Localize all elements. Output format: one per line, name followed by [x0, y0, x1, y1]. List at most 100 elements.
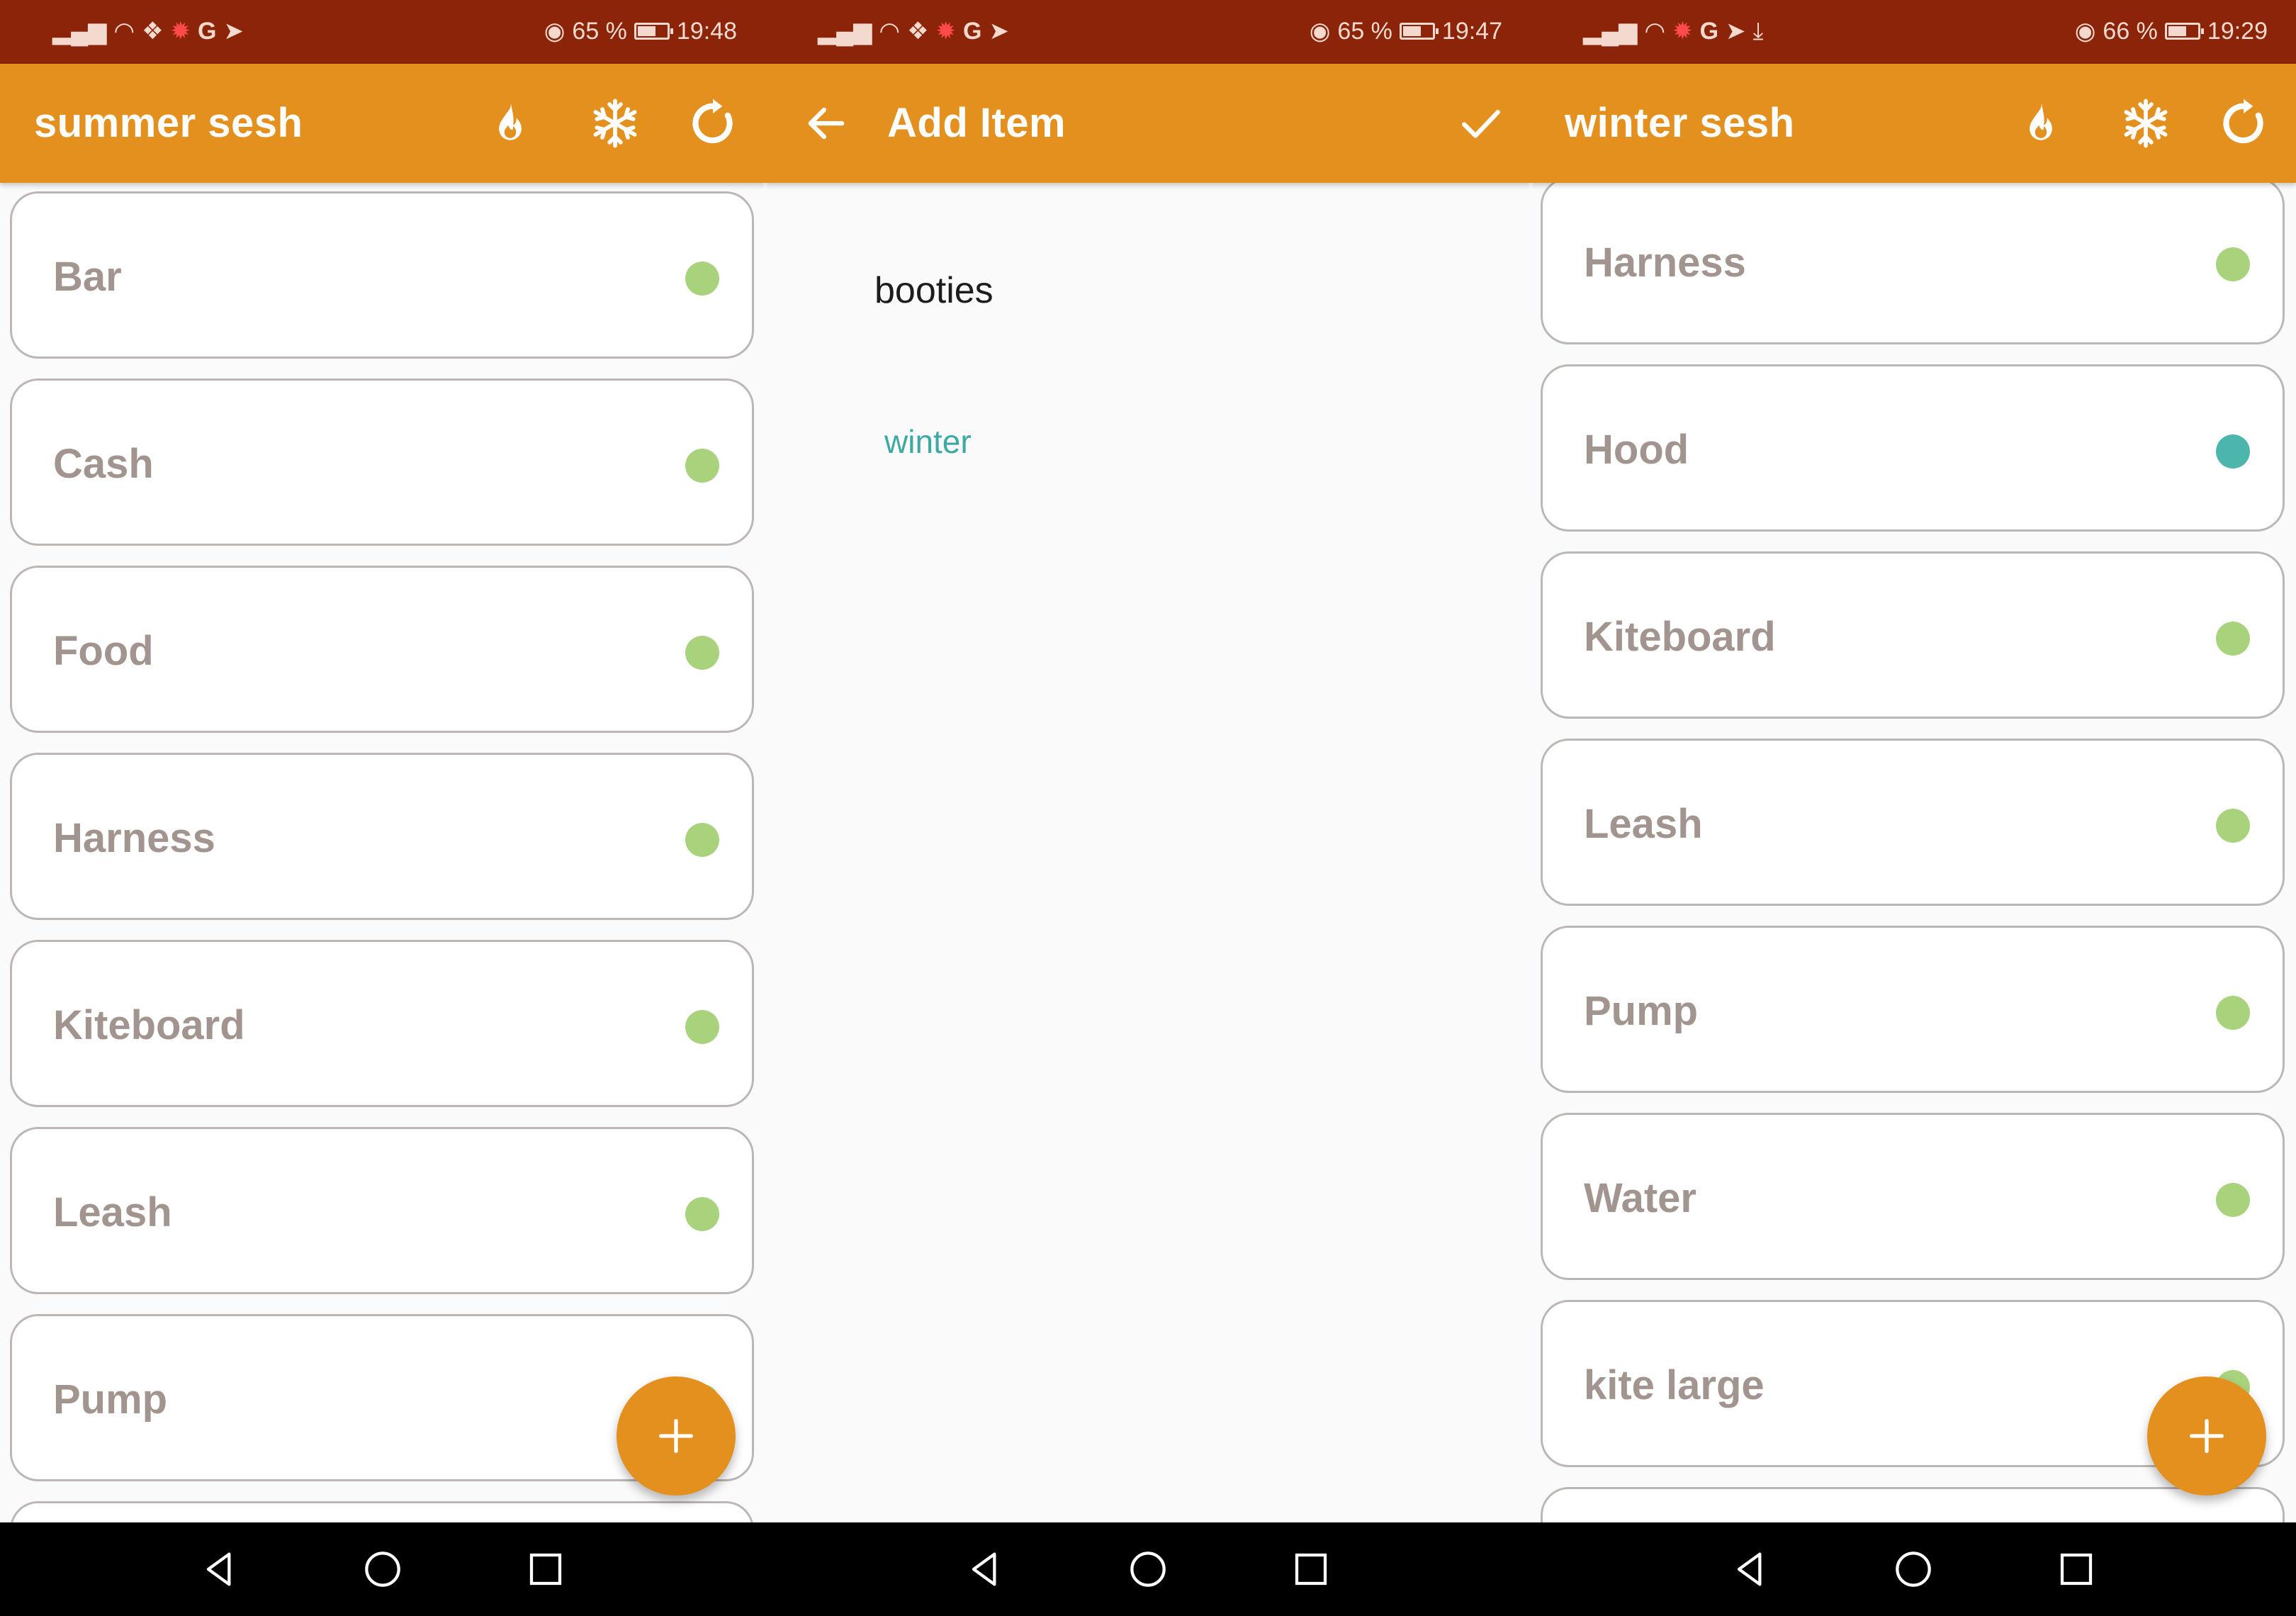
status-icons-left: ▂▄▆ ◠ ✹ G ➤ ⤓	[1583, 17, 1764, 45]
status-dot[interactable]	[685, 1197, 719, 1231]
back-triangle-icon[interactable]	[962, 1547, 1008, 1592]
item-list[interactable]: Bar Cash Food Harness Kiteboard Leash Pu…	[0, 183, 765, 1522]
screen-summer-sesh: ▂▄▆ ◠ ❖ ✹ G ➤ ◉ 65 % 19:48 summer sesh B…	[0, 0, 765, 1616]
item-label: Pump	[1584, 988, 1699, 1034]
list-item[interactable]: Leash	[1541, 739, 2285, 906]
system-nav-bar	[1531, 1522, 2296, 1616]
list-item[interactable]: Food	[10, 566, 754, 733]
item-label: Leash	[53, 1189, 172, 1235]
recents-square-icon[interactable]	[523, 1547, 568, 1592]
status-dot[interactable]	[2216, 434, 2250, 468]
app-toolbar: summer sesh	[0, 64, 765, 183]
list-item[interactable]: Pump	[1541, 926, 2285, 1093]
screen-winter-sesh: ▂▄▆ ◠ ✹ G ➤ ⤓ ◉ 66 % 19:29 winter sesh H…	[1531, 0, 2296, 1616]
list-item[interactable]: Leash	[10, 1127, 754, 1294]
status-dot[interactable]	[2216, 996, 2250, 1030]
battery-icon	[634, 23, 673, 40]
battery-percent: 65 %	[572, 18, 627, 45]
snowflake-icon[interactable]	[2115, 92, 2177, 155]
status-icons-left: ▂▄▆ ◠ ❖ ✹ G ➤	[52, 17, 244, 45]
signal-icon: ▂▄▆	[1583, 18, 1638, 45]
record-icon: ✹	[170, 18, 191, 45]
arrow-left-icon[interactable]	[795, 92, 857, 155]
page-title: summer sesh	[34, 100, 303, 146]
list-item[interactable]: Bar	[10, 191, 754, 359]
list-item[interactable]: Kiteboard	[10, 940, 754, 1107]
battery-percent: 65 %	[1337, 18, 1392, 45]
status-icons-right: ◉ 65 % 19:47	[1310, 17, 1502, 45]
home-circle-icon[interactable]	[360, 1547, 405, 1592]
google-icon: G	[963, 18, 982, 45]
clock: 19:47	[1441, 18, 1502, 45]
status-dot[interactable]	[2216, 247, 2250, 281]
status-dot[interactable]	[685, 449, 719, 483]
status-dot[interactable]	[685, 636, 719, 670]
back-triangle-icon[interactable]	[1728, 1547, 1773, 1592]
home-circle-icon[interactable]	[1891, 1547, 1936, 1592]
list-item[interactable]	[1541, 1487, 2285, 1522]
status-bar: ▂▄▆ ◠ ✹ G ➤ ⤓ ◉ 66 % 19:29	[1531, 0, 2296, 64]
status-dot[interactable]	[2216, 1183, 2250, 1217]
back-triangle-icon[interactable]	[197, 1547, 242, 1592]
status-dot[interactable]	[685, 1010, 719, 1044]
list-item[interactable]: Kiteboard	[1541, 551, 2285, 719]
category-selector[interactable]: winter	[884, 422, 972, 461]
refresh-icon[interactable]	[682, 92, 744, 155]
telegram-icon: ➤	[223, 18, 244, 45]
record-icon: ✹	[935, 18, 957, 45]
item-label: kite large	[1584, 1362, 1765, 1408]
status-bar: ▂▄▆ ◠ ❖ ✹ G ➤ ◉ 65 % 19:48	[0, 0, 765, 64]
status-dot[interactable]	[685, 262, 719, 296]
wifi-icon: ◠	[1644, 18, 1666, 45]
list-item[interactable]: Cash	[10, 378, 754, 546]
signal-icon: ▂▄▆	[818, 18, 872, 45]
recents-square-icon[interactable]	[2054, 1547, 2099, 1592]
record-icon: ✹	[1672, 18, 1693, 45]
item-label: Pump	[53, 1376, 168, 1423]
item-list[interactable]: Harness Hood Kiteboard Leash Pump Water	[1531, 183, 2296, 1522]
eye-comfort-icon: ◉	[544, 18, 565, 45]
list-item[interactable]: Harness	[10, 753, 754, 920]
status-dot[interactable]	[685, 823, 719, 857]
list-item[interactable]	[10, 1501, 754, 1522]
app-toolbar: Add Item	[765, 64, 1531, 183]
list-item[interactable]: Water	[1541, 1113, 2285, 1280]
app-toolbar: winter sesh	[1531, 64, 2296, 183]
system-nav-bar	[765, 1522, 1531, 1616]
item-name-field[interactable]: booties	[874, 269, 994, 312]
wifi-icon: ◠	[113, 18, 135, 45]
eye-comfort-icon: ◉	[1309, 18, 1331, 45]
battery-icon	[2164, 23, 2204, 40]
item-label: Water	[1584, 1175, 1696, 1221]
home-circle-icon[interactable]	[1125, 1547, 1171, 1592]
page-title: Add Item	[887, 100, 1067, 146]
fire-icon[interactable]	[479, 92, 541, 155]
battery-fill	[2168, 26, 2186, 36]
recents-square-icon[interactable]	[1288, 1547, 1334, 1592]
page-title: winter sesh	[1565, 100, 1795, 146]
clock: 19:29	[2207, 18, 2268, 45]
item-label: Kiteboard	[1584, 614, 1776, 660]
status-dot[interactable]	[2216, 622, 2250, 656]
list-item[interactable]: Harness	[1541, 183, 2285, 344]
add-item-button[interactable]	[617, 1376, 736, 1496]
check-icon[interactable]	[1450, 92, 1512, 155]
google-icon: G	[1699, 18, 1719, 45]
refresh-icon[interactable]	[2212, 92, 2275, 155]
item-label: Harness	[53, 815, 215, 861]
status-dot[interactable]	[2216, 809, 2250, 843]
battery-fill	[637, 26, 655, 36]
download-icon: ⤓	[1752, 18, 1764, 45]
system-nav-bar	[0, 1522, 765, 1616]
fire-icon[interactable]	[2010, 92, 2072, 155]
wifi-icon: ◠	[879, 18, 901, 45]
battery-percent: 66 %	[2103, 18, 2158, 45]
snowflake-icon[interactable]	[584, 92, 646, 155]
status-icons-right: ◉ 66 % 19:29	[2075, 17, 2268, 45]
item-label: Leash	[1584, 801, 1703, 847]
list-item[interactable]: Hood	[1541, 364, 2285, 532]
telegram-icon: ➤	[1726, 18, 1746, 45]
battery-icon	[1399, 23, 1439, 40]
google-icon: G	[198, 18, 217, 45]
add-item-button[interactable]	[2147, 1376, 2266, 1496]
